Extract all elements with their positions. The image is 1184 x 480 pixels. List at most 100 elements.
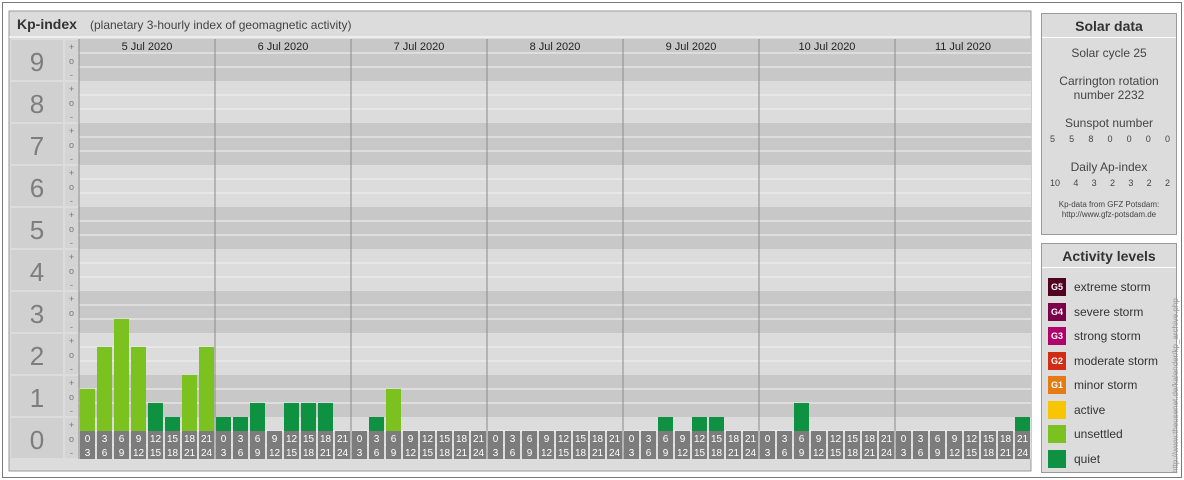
day-label: 5 Jul 2020 <box>122 41 173 53</box>
hour-start-label: 6 <box>255 434 261 445</box>
minor-mark: o <box>69 308 74 318</box>
daily-ap-values: 10 4 3 2 3 2 2 <box>1042 178 1176 188</box>
sunspot-value: 0 <box>1164 134 1170 144</box>
daily-ap-value: 2 <box>1164 178 1170 188</box>
minor-mark: - <box>70 154 73 164</box>
hour-end-label: 3 <box>629 448 635 459</box>
hour-end-label: 12 <box>269 448 281 459</box>
hour-end-label: 15 <box>694 448 706 459</box>
hour-start-label: 21 <box>609 434 621 445</box>
hour-end-label: 15 <box>830 448 842 459</box>
hour-end-label: 18 <box>167 448 179 459</box>
hour-start-label: 15 <box>439 434 451 445</box>
hour-end-label: 21 <box>864 448 876 459</box>
sunspot-value: 0 <box>1126 134 1132 144</box>
hour-start-label: 21 <box>881 434 893 445</box>
minor-mark: + <box>69 42 74 52</box>
hour-start-label: 18 <box>184 434 196 445</box>
sunspot-values: 5 5 8 0 0 0 0 <box>1042 134 1176 144</box>
hour-end-label: 18 <box>303 448 315 459</box>
activity-level-label: minor storm <box>1074 378 1138 392</box>
solar-data-title: Solar data <box>1042 14 1176 38</box>
hour-end-label: 18 <box>711 448 723 459</box>
kp-band <box>79 291 1031 333</box>
activity-level-swatch: G5 <box>1048 278 1066 296</box>
hour-end-label: 24 <box>473 448 485 459</box>
hour-end-label: 18 <box>983 448 995 459</box>
hour-start-label: 9 <box>816 434 822 445</box>
activity-level-item: G1 minor storm <box>1048 376 1137 394</box>
kp-bands <box>79 39 1031 459</box>
minor-mark: + <box>69 84 74 94</box>
hour-start-label: 9 <box>680 434 686 445</box>
activity-level-item: G2 moderate storm <box>1048 351 1158 370</box>
hour-end-label: 9 <box>527 448 533 459</box>
hour-start-label: 12 <box>966 434 978 445</box>
activity-level-label: quiet <box>1074 451 1101 466</box>
hour-start-label: 15 <box>711 434 723 445</box>
hour-end-label: 9 <box>255 448 261 459</box>
hour-end-label: 21 <box>456 448 468 459</box>
minor-mark: - <box>70 112 73 122</box>
hour-start-label: 0 <box>901 434 907 445</box>
sunspot-value: 8 <box>1088 134 1094 144</box>
hour-start-label: 15 <box>303 434 315 445</box>
activity-level-item: G5 extreme storm <box>1048 278 1151 296</box>
hour-end-label: 21 <box>592 448 604 459</box>
hour-end-label: 9 <box>391 448 397 459</box>
hour-end-label: 24 <box>881 448 893 459</box>
hour-start-label: 21 <box>337 434 349 445</box>
hour-start-label: 3 <box>782 434 788 445</box>
hour-start-label: 3 <box>510 434 516 445</box>
activity-level-swatch: G1 <box>1048 376 1066 394</box>
hour-end-label: 15 <box>966 448 978 459</box>
solar-data-panel: Solar data Solar cycle 25 Carrington rot… <box>1041 13 1177 235</box>
minor-mark: - <box>70 364 73 374</box>
hour-start-label: 0 <box>493 434 499 445</box>
y-tick-label: 9 <box>30 47 44 77</box>
y-tick-label: 2 <box>30 341 44 371</box>
hour-start-label: 12 <box>558 434 570 445</box>
hour-end-label: 6 <box>782 448 788 459</box>
hour-end-label: 15 <box>150 448 162 459</box>
minor-mark: + <box>69 420 74 430</box>
hour-start-label: 0 <box>221 434 227 445</box>
hour-start-label: 21 <box>745 434 757 445</box>
day-label: 11 Jul 2020 <box>935 41 991 53</box>
activity-level-item: G4 severe storm <box>1048 302 1143 321</box>
hour-start-label: 12 <box>422 434 434 445</box>
hour-start-label: 12 <box>150 434 162 445</box>
kp-band <box>79 333 1031 375</box>
activity-level-swatch: G2 <box>1048 351 1066 370</box>
hour-start-label: 0 <box>85 434 91 445</box>
hour-start-label: 15 <box>847 434 859 445</box>
hour-end-label: 9 <box>663 448 669 459</box>
y-tick-label: 3 <box>30 299 44 329</box>
y-tick-label: 4 <box>30 257 44 287</box>
hour-start-label: 3 <box>102 434 108 445</box>
day-label: 6 Jul 2020 <box>258 41 309 53</box>
activity-level-swatch <box>1048 449 1066 468</box>
daily-ap-value: 3 <box>1128 178 1134 188</box>
hour-end-label: 24 <box>745 448 757 459</box>
hour-end-label: 12 <box>677 448 689 459</box>
hour-start-label: 6 <box>527 434 533 445</box>
hour-start-label: 9 <box>544 434 550 445</box>
y-tick-label: 0 <box>30 425 44 455</box>
hour-end-label: 9 <box>935 448 941 459</box>
hour-end-label: 15 <box>558 448 570 459</box>
daily-ap-value: 10 <box>1050 178 1061 188</box>
hour-end-label: 12 <box>405 448 417 459</box>
hour-end-label: 24 <box>1017 448 1029 459</box>
hour-start-label: 12 <box>694 434 706 445</box>
hour-end-label: 6 <box>102 448 108 459</box>
kp-index-chart: Kp-index (planetary 3-hourly index of ge… <box>8 10 1032 472</box>
hour-start-label: 0 <box>357 434 363 445</box>
kp-index-widget: Kp-index (planetary 3-hourly index of ge… <box>2 2 1182 478</box>
minor-mark: - <box>70 238 73 248</box>
hour-start-label: 21 <box>201 434 213 445</box>
minor-mark: o <box>69 56 74 66</box>
activity-level-swatch <box>1048 400 1066 419</box>
hour-end-label: 15 <box>286 448 298 459</box>
hour-end-label: 21 <box>184 448 196 459</box>
